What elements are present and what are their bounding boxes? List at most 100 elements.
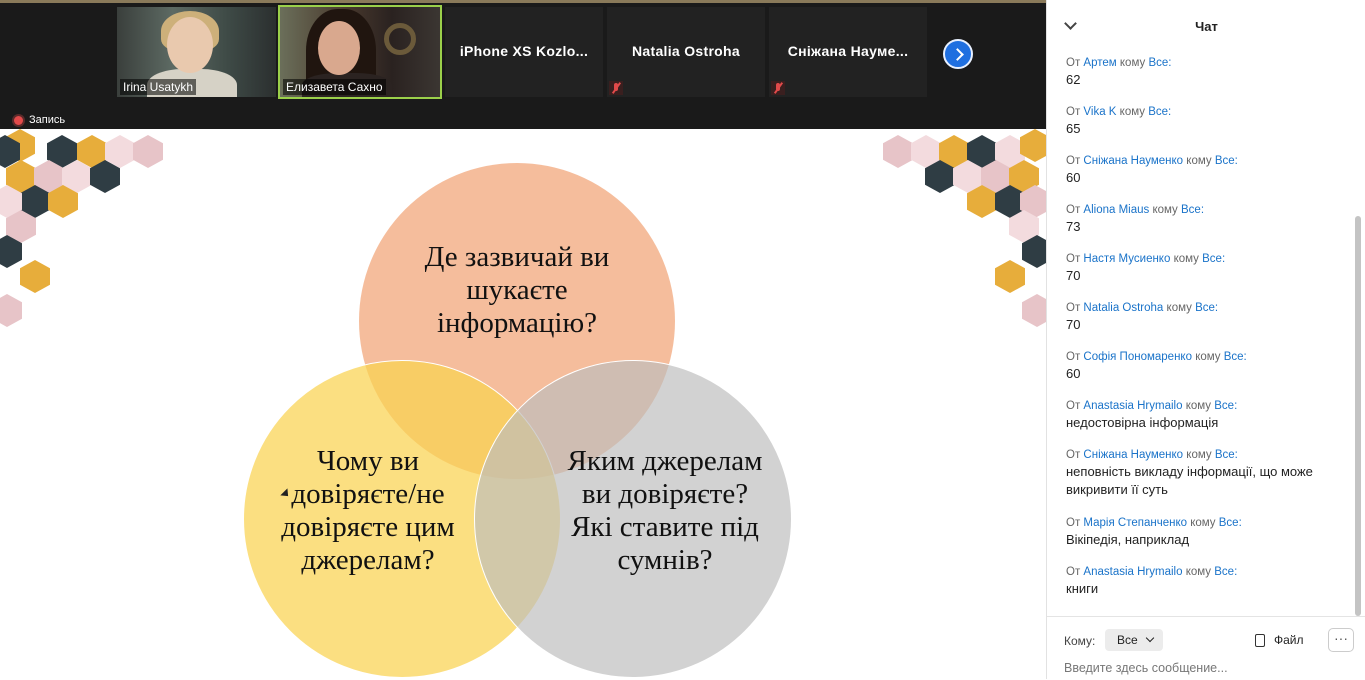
- message-meta: От Сніжана Науменко кому Все:: [1066, 449, 1346, 461]
- to-word: кому: [1185, 566, 1212, 578]
- scrollbar-thumb[interactable]: [1355, 216, 1361, 616]
- to-word: кому: [1173, 253, 1199, 265]
- chat-message: От Vika K кому Все: 65: [1066, 106, 1346, 155]
- recipient-name[interactable]: Все:: [1224, 351, 1247, 363]
- participant-tile-iphone[interactable]: iPhone XS Kozlo...: [445, 7, 603, 97]
- sender-name[interactable]: Anastasia Hrymailo: [1083, 566, 1182, 578]
- shared-slide: Де зазвичай ви шукаєте інформацію? Чому …: [0, 129, 1046, 679]
- to-word: кому: [1186, 155, 1212, 167]
- participant-name: Сніжана Науме...: [787, 43, 909, 59]
- sender-name[interactable]: Артем: [1083, 57, 1116, 69]
- chat-message: От Артем кому Все: 62: [1066, 57, 1346, 106]
- file-label: Файл: [1274, 633, 1304, 647]
- sender-name[interactable]: Сніжана Науменко: [1083, 449, 1183, 461]
- sender-name[interactable]: Настя Мусиенко: [1083, 253, 1170, 265]
- recipient-name[interactable]: Все:: [1148, 106, 1171, 118]
- participant-strip: Irina Usatykh Елизавета Сахно iPhone XS …: [0, 3, 1046, 129]
- sender-name[interactable]: Natalia Ostroha: [1083, 302, 1163, 314]
- file-button[interactable]: Файл: [1255, 633, 1304, 647]
- participant-tile-natalia[interactable]: Natalia Ostroha: [607, 7, 765, 97]
- to-word: кому: [1166, 302, 1192, 314]
- message-meta: От Артем кому Все:: [1066, 57, 1346, 69]
- recipient-name[interactable]: Все:: [1181, 204, 1204, 216]
- message-text: 65: [1066, 121, 1081, 136]
- participant-tile-snizhana[interactable]: Сніжана Науме...: [769, 7, 927, 97]
- chat-message: От Софія Пономаренко кому Все: 60: [1066, 351, 1346, 400]
- chat-message: От Natalia Ostroha кому Все: 70: [1066, 302, 1346, 351]
- mic-muted-icon: [771, 81, 785, 95]
- venn-text-right: Яким джерелам ви довіряєте? Які ставите …: [567, 445, 763, 576]
- sender-name[interactable]: Софія Пономаренко: [1083, 351, 1192, 363]
- message-text: 60: [1066, 170, 1081, 185]
- message-meta: От Natalia Ostroha кому Все:: [1066, 302, 1346, 314]
- chat-panel: Чат От Артем кому Все: 62 От Vika K кому В…: [1046, 0, 1365, 679]
- sender-name[interactable]: Aliona Miaus: [1083, 204, 1149, 216]
- message-text: недостовірна інформація: [1066, 415, 1219, 430]
- sender-name[interactable]: Марія Степанченко: [1083, 517, 1187, 529]
- message-meta: От Софія Пономаренко кому Все:: [1066, 351, 1346, 363]
- recipient-select[interactable]: Все: [1105, 629, 1163, 651]
- message-meta: От Aliona Miaus кому Все:: [1066, 204, 1346, 216]
- recipient-name[interactable]: Все:: [1202, 253, 1225, 265]
- message-input[interactable]: Введите здесь сообщение...: [1064, 661, 1228, 675]
- sender-name[interactable]: Anastasia Hrymailo: [1083, 400, 1182, 412]
- chat-message: От Настя Мусиенко кому Все: 70: [1066, 253, 1346, 302]
- hexagon-decoration: [20, 260, 50, 293]
- message-text: 60: [1066, 366, 1081, 381]
- recipient-name[interactable]: Все:: [1148, 57, 1171, 69]
- chat-header: Чат: [1047, 0, 1365, 50]
- message-text: книги: [1066, 581, 1099, 596]
- hexagon-decoration: [1022, 294, 1046, 327]
- to-word: кому: [1119, 106, 1145, 118]
- to-word: кому: [1186, 449, 1212, 461]
- recipient-name[interactable]: Все:: [1214, 566, 1237, 578]
- to-word: кому: [1185, 400, 1212, 412]
- chat-message: От Anastasia Hrymailo кому Все: книги: [1066, 566, 1346, 615]
- chat-message: От Марія Степанченко кому Все: Вікіпедія,…: [1066, 517, 1346, 566]
- from-word: От: [1066, 566, 1081, 578]
- from-word: От: [1066, 302, 1081, 314]
- sender-name[interactable]: Сніжана Науменко: [1083, 155, 1183, 167]
- chat-scrollbar[interactable]: [1354, 56, 1362, 616]
- recipient-name[interactable]: Все:: [1219, 517, 1242, 529]
- from-word: От: [1066, 106, 1081, 118]
- message-text: Вікіпедія, наприклад: [1066, 532, 1190, 547]
- from-word: От: [1066, 351, 1081, 363]
- from-word: От: [1066, 400, 1081, 412]
- to-word: кому: [1195, 351, 1221, 363]
- message-meta: От Anastasia Hrymailo кому Все:: [1066, 400, 1346, 412]
- chat-message: От Aliona Miaus кому Все: 73: [1066, 204, 1346, 253]
- recipient-name[interactable]: Все:: [1214, 400, 1237, 412]
- message-meta: От Anastasia Hrymailo кому Все:: [1066, 566, 1346, 578]
- participant-name: Natalia Ostroha: [632, 43, 740, 59]
- meeting-area: Irina Usatykh Елизавета Сахно iPhone XS …: [0, 0, 1046, 679]
- more-options-button[interactable]: ···: [1328, 628, 1354, 652]
- from-word: От: [1066, 253, 1081, 265]
- message-meta: От Vika K кому Все:: [1066, 106, 1346, 118]
- venn-text-left: Чому ви довіряєте/не довіряєте цим джере…: [281, 445, 455, 576]
- hexagon-decoration: [883, 135, 913, 168]
- from-word: От: [1066, 449, 1081, 461]
- participant-tile-elizaveta[interactable]: Елизавета Сахно: [278, 5, 442, 99]
- participant-tile-irina[interactable]: Irina Usatykh: [117, 7, 276, 97]
- chat-message: От Anastasia Hrymailo кому Все: недостові…: [1066, 400, 1346, 449]
- message-text: 73: [1066, 219, 1081, 234]
- hexagon-decoration: [0, 294, 22, 327]
- from-word: От: [1066, 517, 1081, 529]
- next-participants-button[interactable]: [943, 39, 973, 69]
- recipient-name[interactable]: Все:: [1195, 302, 1218, 314]
- recipient-name[interactable]: Все:: [1215, 449, 1238, 461]
- to-word: кому: [1190, 517, 1216, 529]
- message-meta: От Сніжана Науменко кому Все:: [1066, 155, 1346, 167]
- sender-name[interactable]: Vika K: [1083, 106, 1116, 118]
- to-word: кому: [1119, 57, 1146, 69]
- hexagon-decoration: [133, 135, 163, 168]
- chat-messages: От Артем кому Все: 62 От Vika K кому Все: 6…: [1066, 57, 1346, 615]
- recipient-name[interactable]: Все:: [1215, 155, 1238, 167]
- chevron-down-icon: [1145, 633, 1155, 643]
- to-word: кому: [1152, 204, 1178, 216]
- mic-muted-icon: [609, 81, 623, 95]
- participant-name: Irina Usatykh: [120, 79, 197, 95]
- from-word: От: [1066, 155, 1081, 167]
- chat-title: Чат: [1195, 19, 1218, 34]
